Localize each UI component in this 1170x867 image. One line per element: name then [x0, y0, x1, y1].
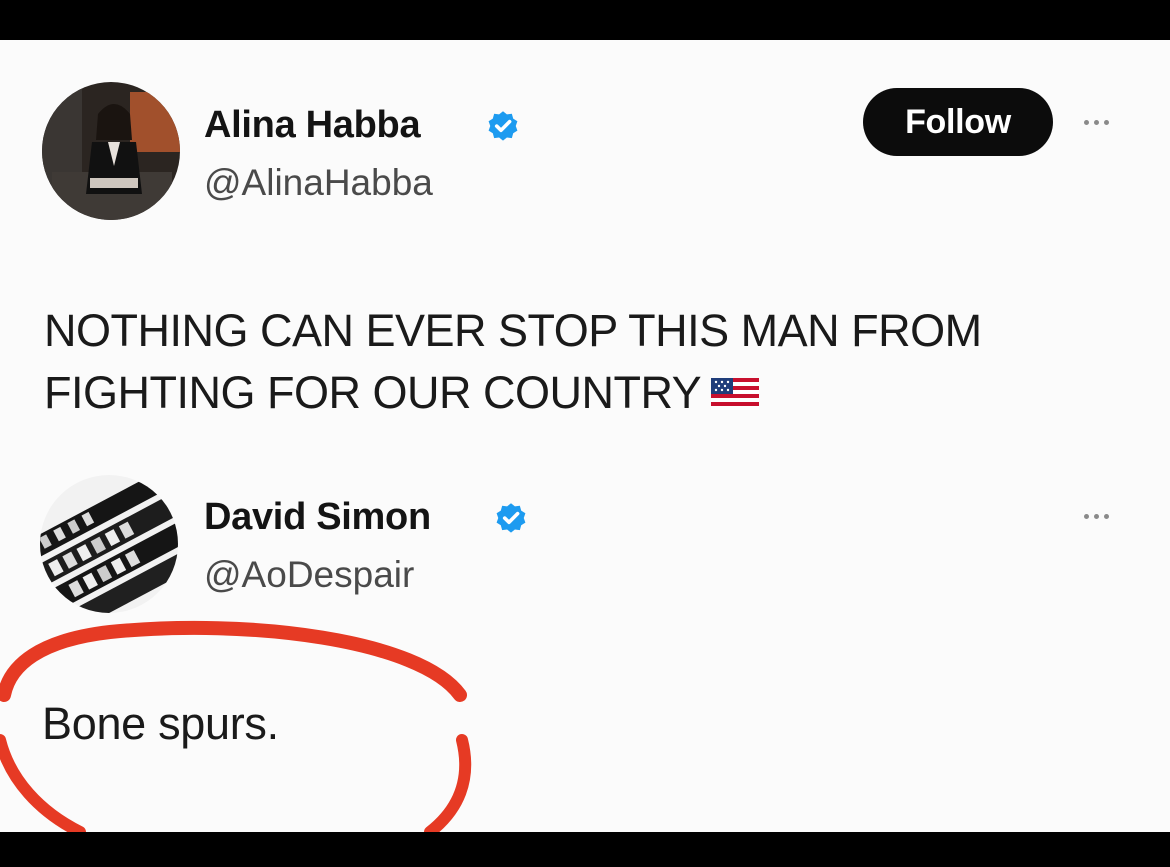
tweet-text-line-1: NOTHING CAN EVER STOP THIS MAN FROM: [44, 305, 982, 356]
reply-text: Bone spurs.: [42, 698, 279, 749]
tweet-text: NOTHING CAN EVER STOP THIS MAN FROM FIGH…: [44, 300, 1144, 424]
reply-author-name[interactable]: David Simon: [204, 496, 431, 539]
tweet-card: Alina Habba @AlinaHabba Follow NOTHING C…: [0, 40, 1170, 832]
author-name[interactable]: Alina Habba: [204, 104, 421, 147]
tweet-text-line-2-text: FIGHTING FOR OUR COUNTRY: [44, 367, 702, 418]
verified-badge-icon: [485, 109, 521, 145]
reply-verified-badge-icon: [493, 501, 529, 537]
reply-author-handle[interactable]: @AoDespair: [204, 554, 414, 596]
reply-author-avatar[interactable]: [40, 475, 178, 613]
us-flag-icon: [711, 378, 760, 410]
follow-button[interactable]: Follow: [863, 88, 1053, 156]
author-handle[interactable]: @AlinaHabba: [204, 162, 433, 204]
author-avatar[interactable]: [42, 82, 180, 220]
more-options-icon[interactable]: [1078, 116, 1114, 128]
tweet-text-line-2: FIGHTING FOR OUR COUNTRY: [44, 362, 1144, 424]
reply-more-options-icon[interactable]: [1078, 510, 1114, 522]
